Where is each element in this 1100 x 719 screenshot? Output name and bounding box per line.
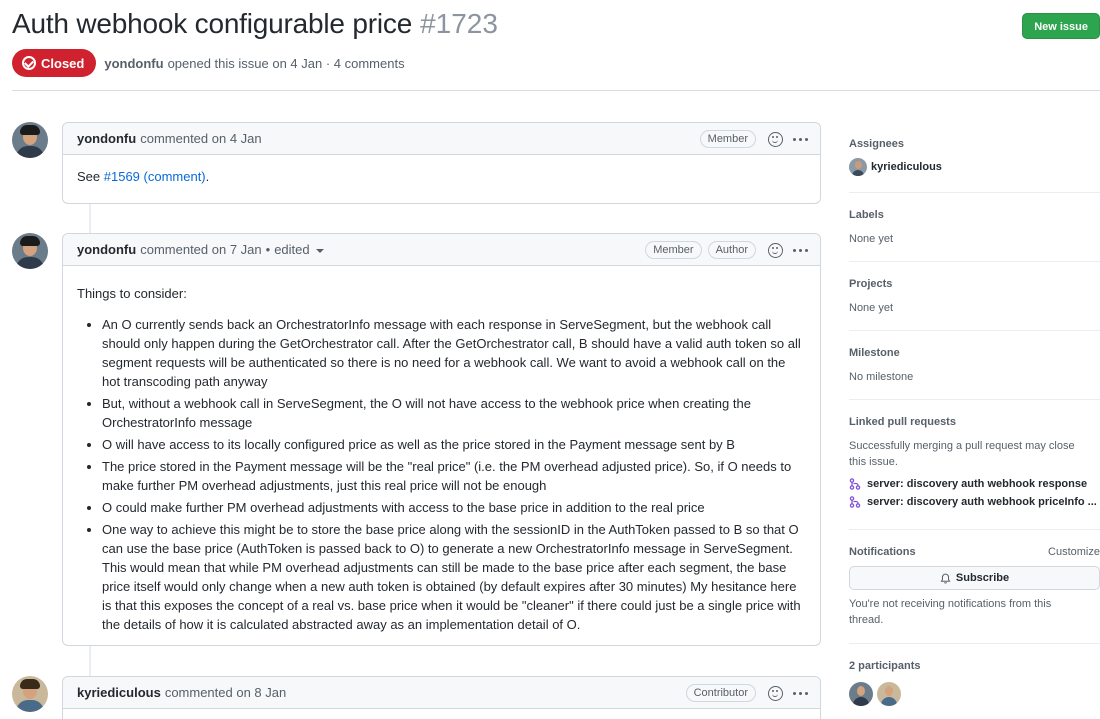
linked-prs-description: Successfully merging a pull request may … [849,440,1075,468]
pull-request-icon [849,478,861,490]
new-issue-button[interactable]: New issue [1022,13,1100,39]
notifications-note: You're not receiving notifications from … [849,598,1052,626]
add-reaction-icon[interactable] [768,242,783,258]
linked-pr-label[interactable]: server: discovery auth webhook priceInfo… [867,496,1097,508]
projects-section: Projects None yet [849,278,1100,316]
list-item: O will have access to its locally config… [102,435,806,454]
linked-prs-section: Linked pull requests Successfully mergin… [849,416,1100,508]
list-item: But, without a webhook call in ServeSegm… [102,394,806,432]
issue-title: Auth webhook configurable price [12,8,413,39]
role-badge: Contributor [685,684,756,702]
kebab-menu-icon[interactable] [793,137,808,141]
comment-header: yondonfu commented on 4 Jan Member [63,123,820,155]
labels-section: Labels None yet [849,209,1100,247]
linked-pr-item[interactable]: server: discovery auth webhook priceInfo… [849,496,1100,508]
sidebar-divider [849,399,1100,400]
projects-value: None yet [849,302,894,314]
role-badge: Author [707,241,756,259]
add-reaction-icon[interactable] [768,685,783,701]
sidebar-heading: 2 participants [849,660,921,672]
bullet-list: An O currently sends back an Orchestrato… [77,315,806,634]
comment-actions: Member [694,123,808,155]
role-badge: Member [699,130,756,148]
comment-body: Things to consider: An O currently sends… [63,266,820,647]
role-badge: Member [645,241,702,259]
sidebar-divider [849,192,1100,193]
comment-timestamp[interactable]: commented on 4 Jan [140,131,261,146]
milestone-section: Milestone No milestone [849,347,1100,385]
sidebar-heading[interactable]: Milestone [849,347,1100,359]
title-row: Auth webhook configurable price #1723 [12,8,498,40]
sidebar-divider [849,261,1100,262]
sidebar-divider [849,330,1100,331]
kebab-menu-icon[interactable] [793,691,808,695]
labels-value: None yet [849,233,894,245]
comment: yondonfu commented on 4 Jan Member See #… [62,122,821,204]
issue-author-link[interactable]: yondonfu [104,56,163,71]
issue-reference-link[interactable]: #1569 (comment) [104,169,206,184]
assignees-section: Assignees kyriediculous [849,138,1100,176]
list-item: One way to achieve this might be to stor… [102,520,806,634]
kebab-menu-icon[interactable] [793,248,808,252]
avatar [849,158,867,176]
issue-meta: Closed yondonfu opened this issue on 4 J… [12,49,405,77]
bell-icon [940,573,951,584]
comment: kyriediculous commented on 8 Jan Contrib… [62,676,821,719]
sidebar-heading[interactable]: Labels [849,209,1100,221]
comment-text: . [205,169,210,184]
milestone-value: No milestone [849,371,914,383]
comment-author[interactable]: yondonfu [77,131,136,146]
comment-body: See #1569 (comment). [63,155,820,204]
participants-section: 2 participants [849,660,1100,706]
avatar[interactable] [877,682,901,706]
comment-timestamp[interactable]: commented on 7 Jan [140,242,261,257]
comment-actions: Contributor [680,677,808,709]
sidebar-heading[interactable]: Projects [849,278,1100,290]
chevron-down-icon [315,248,324,253]
issue-number: #1723 [420,8,498,39]
list-item: The price stored in the Payment message … [102,457,806,495]
header-divider [12,90,1100,91]
sidebar-heading[interactable]: Assignees [849,138,1100,150]
sidebar-divider [849,529,1100,530]
comment-author[interactable]: kyriediculous [77,685,161,700]
subscribe-button[interactable]: Subscribe [849,566,1100,590]
pull-request-icon [849,496,861,508]
comment-header: yondonfu commented on 7 Jan • edited Mem… [63,234,820,266]
list-item: O could make further PM overhead adjustm… [102,498,806,517]
avatar[interactable] [12,122,48,158]
comment-timestamp[interactable]: commented on 8 Jan [165,685,286,700]
add-reaction-icon[interactable] [768,131,783,147]
avatar[interactable] [12,233,48,269]
notifications-section: Notifications Customize Subscribe You're… [849,546,1100,628]
issue-header: Auth webhook configurable price #1723 Ne… [12,6,1100,86]
issue-meta-text: opened this issue on 4 Jan · 4 comments [167,55,405,71]
linked-pr-item[interactable]: server: discovery auth webhook response [849,478,1100,490]
participants-list [849,682,1100,706]
linked-pr-label[interactable]: server: discovery auth webhook response [867,478,1087,490]
status-badge: Closed [12,49,97,77]
comment-header: kyriediculous commented on 8 Jan Contrib… [63,677,820,709]
comment-text: See [77,169,104,184]
assignee-name[interactable]: kyriediculous [871,161,942,173]
edited-dropdown[interactable]: edited [274,242,324,257]
issue-closed-icon [22,56,36,70]
subscribe-label: Subscribe [955,572,1010,584]
avatar[interactable] [12,676,48,712]
comment-author[interactable]: yondonfu [77,242,136,257]
sidebar-divider [849,643,1100,644]
comment-intro: Things to consider: [77,286,187,301]
assignee[interactable]: kyriediculous [849,158,1100,176]
sidebar-heading[interactable]: Linked pull requests [849,416,1100,428]
status-label: Closed [41,55,85,71]
list-item: An O currently sends back an Orchestrato… [102,315,806,391]
avatar[interactable] [849,682,873,706]
comment-actions: Member Author [639,234,808,266]
customize-link[interactable]: Customize [1048,546,1100,558]
comment: yondonfu commented on 7 Jan • edited Mem… [62,233,821,646]
